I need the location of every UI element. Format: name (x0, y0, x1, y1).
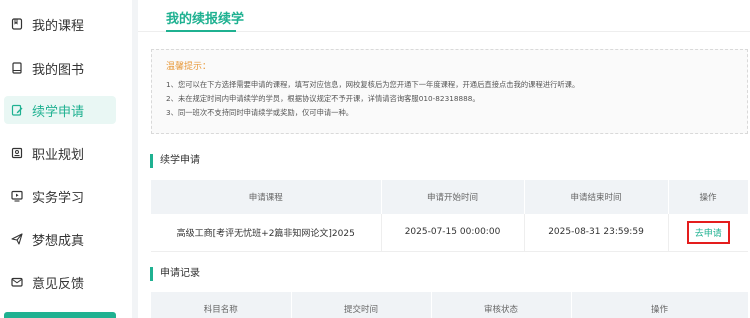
sidebar-next-item-partial (4, 312, 116, 318)
section-heading-records: 申请记录 (150, 267, 200, 281)
paper-plane-icon (10, 232, 24, 246)
sidebar-item-label: 职业规划 (32, 147, 85, 163)
sidebar-item-practical-learning[interactable]: 实务学习 (4, 182, 116, 210)
column-header: 提交时间 (291, 292, 432, 318)
monitor-play-icon (10, 189, 24, 203)
column-header: 申请课程 (151, 180, 382, 214)
table-header-row: 申请课程 申请开始时间 申请结束时间 操作 (151, 180, 749, 214)
column-header: 操作 (571, 292, 749, 318)
column-header: 科目名称 (151, 292, 292, 318)
main-panel: 我的续报续学 温馨提示： 1、您可以在下方选择需要申请的课程，填写对应信息，网校… (138, 0, 750, 318)
apply-button[interactable]: 去申请 (686, 220, 730, 244)
action-cell: 去申请 (668, 214, 748, 252)
end-time-cell: 2025-08-31 23:59:59 (524, 214, 669, 252)
tips-box: 温馨提示： 1、您可以在下方选择需要申请的课程，填写对应信息，网校复核后为您开通… (151, 49, 748, 134)
tip-item: 2、未在规定时间内申请续学的学员，根据协议规定不予开课，详情请咨询客服010-8… (166, 94, 480, 103)
start-time-cell: 2025-07-15 00:00:00 (381, 214, 525, 252)
column-header: 申请结束时间 (524, 180, 669, 214)
sidebar-item-label: 续学申请 (32, 104, 85, 120)
tip-item: 3、同一班次不支持同时申请续学或奖励，仅可申请一种。 (166, 108, 354, 117)
sidebar-item-my-courses[interactable]: 我的课程 (4, 10, 116, 38)
sidebar-item-label: 意见反馈 (32, 276, 85, 292)
table-row: 高级工商[考评无忧班+2篇非知网论文]2025 2025-07-15 00:00… (151, 214, 748, 252)
sidebar-item-label: 我的图书 (32, 62, 85, 78)
column-header: 审核状态 (431, 292, 572, 318)
tips-title: 温馨提示： (166, 62, 212, 72)
book-icon (10, 61, 24, 75)
feedback-mail-icon (10, 275, 24, 289)
tip-item: 1、您可以在下方选择需要申请的课程，填写对应信息，网校复核后为您开通下一年度课程… (166, 80, 580, 89)
sidebar-item-feedback[interactable]: 意见反馈 (4, 268, 116, 296)
apply-table: 申请课程 申请开始时间 申请结束时间 操作 高级工商[考评无忧班+2篇非知网论文… (151, 180, 749, 252)
sidebar-item-label: 我的课程 (32, 18, 85, 34)
column-header: 操作 (668, 180, 749, 214)
sidebar: 我的课程 我的图书 续学申请 职业规划 实务学习 梦想成真 意见反馈 (0, 0, 132, 318)
sidebar-item-label: 实务学习 (32, 190, 85, 206)
table-header-row: 科目名称 提交时间 审核状态 操作 (151, 292, 749, 318)
id-card-icon (10, 146, 24, 160)
records-table: 科目名称 提交时间 审核状态 操作 (151, 292, 749, 318)
section-heading-apply: 续学申请 (150, 154, 200, 168)
page-title-underline (166, 30, 236, 32)
course-name-cell: 高级工商[考评无忧班+2篇非知网论文]2025 (151, 214, 382, 252)
page-title: 我的续报续学 (166, 12, 245, 27)
bookmark-icon (10, 17, 24, 31)
sidebar-item-renewal-application[interactable]: 续学申请 (4, 96, 116, 124)
sidebar-item-my-books[interactable]: 我的图书 (4, 54, 116, 82)
edit-document-icon (10, 103, 24, 117)
column-header: 申请开始时间 (381, 180, 525, 214)
sidebar-item-career-planning[interactable]: 职业规划 (4, 139, 116, 167)
sidebar-item-label: 梦想成真 (32, 233, 85, 249)
sidebar-item-dream-come-true[interactable]: 梦想成真 (4, 225, 116, 253)
